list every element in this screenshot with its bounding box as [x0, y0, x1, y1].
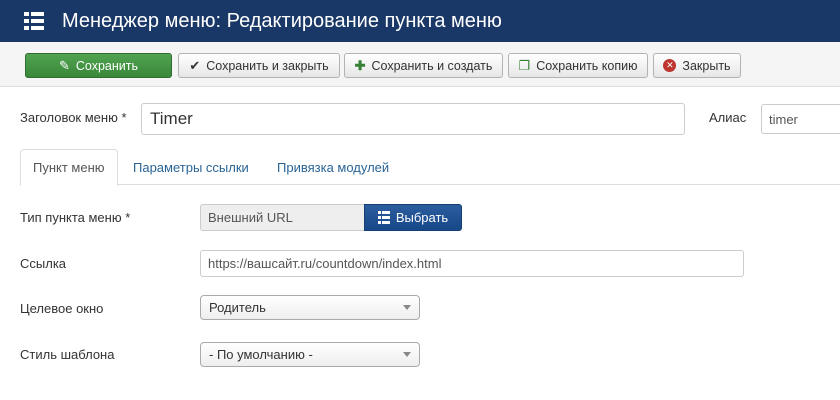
- save-button-label: Сохранить: [75, 58, 139, 73]
- toolbar: ✎ Сохранить ✔ Сохранить и закрыть ✚ Сохр…: [0, 42, 840, 87]
- page-header: Менеджер меню: Редактирование пункта мен…: [0, 0, 840, 42]
- target-window-value: Родитель: [209, 300, 266, 315]
- close-label: Закрыть: [682, 58, 731, 73]
- tab-link-params[interactable]: Параметры ссылки: [121, 149, 261, 185]
- save-copy-label: Сохранить копию: [536, 58, 638, 73]
- plus-icon: ✚: [354, 58, 366, 73]
- save-close-label: Сохранить и закрыть: [206, 58, 329, 73]
- template-style-select[interactable]: - По умолчанию -: [200, 342, 420, 367]
- template-style-label: Стиль шаблона: [20, 347, 115, 362]
- list-menu-icon: [24, 12, 44, 30]
- alias-label: Алиас: [709, 110, 747, 125]
- link-label: Ссылка: [20, 256, 67, 271]
- target-window-label: Целевое окно: [20, 301, 104, 316]
- tab-module-assignment[interactable]: Привязка модулей: [265, 149, 401, 185]
- save-new-button[interactable]: ✚ Сохранить и создать: [344, 53, 503, 78]
- tab-bar: Пункт меню Параметры ссылки Привязка мод…: [20, 149, 840, 186]
- save-button[interactable]: ✎ Сохранить: [25, 53, 172, 78]
- target-window-select[interactable]: Родитель: [200, 295, 420, 320]
- menu-item-type-field: Внешний URL: [200, 204, 364, 231]
- menu-title-input[interactable]: Timer: [141, 103, 685, 135]
- caret-down-icon: [403, 305, 411, 310]
- template-style-value: - По умолчанию -: [209, 347, 313, 362]
- select-type-label: Выбрать: [395, 210, 449, 225]
- close-button[interactable]: ✕ Закрыть: [653, 53, 741, 78]
- page-title: Менеджер меню: Редактирование пункта мен…: [62, 9, 502, 32]
- copy-icon: ❐: [518, 58, 531, 73]
- menu-title-label: Заголовок меню *: [20, 110, 127, 125]
- check-icon: ✔: [189, 58, 201, 73]
- save-close-button[interactable]: ✔ Сохранить и закрыть: [178, 53, 340, 78]
- save-new-label: Сохранить и создать: [371, 58, 493, 73]
- tab-menu-item[interactable]: Пункт меню: [20, 149, 118, 186]
- save-copy-button[interactable]: ❐ Сохранить копию: [508, 53, 648, 78]
- close-circle-icon: ✕: [663, 59, 677, 72]
- caret-down-icon: [403, 352, 411, 357]
- edit-icon: ✎: [58, 58, 70, 73]
- select-type-button[interactable]: Выбрать: [364, 204, 462, 231]
- menu-item-type-label: Тип пункта меню *: [20, 210, 131, 225]
- alias-input[interactable]: timer: [761, 104, 840, 134]
- list-icon: [377, 211, 390, 224]
- link-input[interactable]: https://вашсайт.ru/countdown/index.html: [200, 250, 744, 277]
